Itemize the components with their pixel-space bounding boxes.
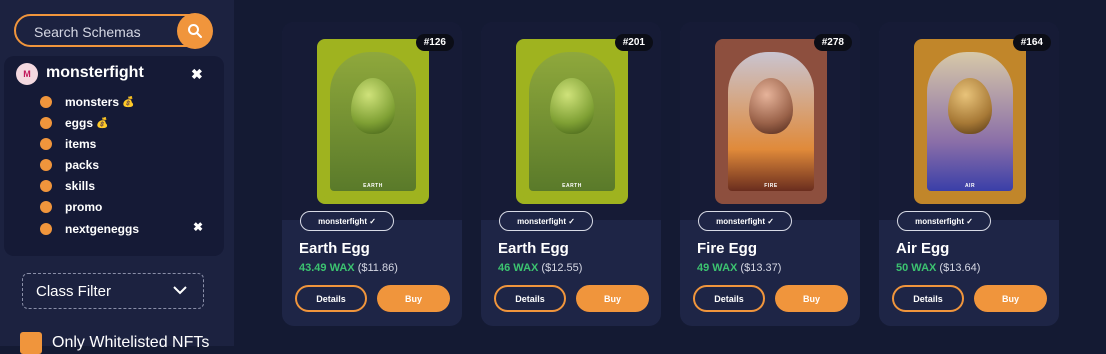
collection-pill[interactable]: monsterfight ✓: [499, 211, 593, 231]
whitelist-checkbox[interactable]: [20, 332, 42, 354]
egg-image: [550, 78, 594, 134]
card-art-scene: [728, 52, 814, 191]
schema-item-monsters[interactable]: monsters 💰: [40, 93, 134, 111]
card-art: EARTH: [317, 39, 429, 204]
schema-item-nextgeneggs[interactable]: nextgeneggs: [40, 220, 139, 238]
nft-card[interactable]: FIRE #278 monsterfight ✓ Fire Egg 49 WAX…: [680, 22, 860, 326]
search-schemas-input[interactable]: Search Schemas: [14, 13, 213, 49]
mint-number-badge: #164: [1012, 34, 1051, 51]
collection-panel: M monsterfight ✖ monsters 💰 eggs 💰 items…: [4, 56, 224, 256]
mint-number-badge: #278: [813, 34, 852, 51]
art-element-label: FIRE: [764, 183, 778, 189]
card-art-scene: [927, 52, 1013, 191]
class-filter-label: Class Filter: [36, 283, 112, 300]
collection-avatar: M: [16, 63, 38, 85]
search-icon: [188, 24, 202, 38]
schema-label: eggs: [65, 116, 94, 130]
coin-icon: 💰: [122, 96, 135, 108]
card-title: Earth Egg: [299, 240, 370, 257]
egg-image: [351, 78, 395, 134]
sidebar: Search Schemas M monsterfight ✖ monsters…: [0, 0, 234, 354]
card-title: Air Egg: [896, 240, 950, 257]
class-filter-dropdown[interactable]: Class Filter: [22, 273, 204, 309]
card-price: 50 WAX ($13.64): [896, 262, 980, 274]
card-title: Fire Egg: [697, 240, 758, 257]
card-art: FIRE: [715, 39, 827, 204]
remove-schema-icon[interactable]: ✖: [193, 220, 203, 234]
card-art: EARTH: [516, 39, 628, 204]
card-price: 43.49 WAX ($11.86): [299, 262, 398, 274]
price-wax: 43.49 WAX: [299, 262, 355, 274]
price-usd: ($11.86): [357, 262, 398, 274]
card-price: 46 WAX ($12.55): [498, 262, 582, 274]
price-usd: ($13.64): [939, 262, 981, 274]
schema-item-items[interactable]: items: [40, 135, 96, 153]
coin-icon: 💰: [96, 117, 109, 129]
details-button[interactable]: Details: [693, 285, 765, 312]
schema-dot: [40, 180, 52, 192]
schema-label: nextgeneggs: [65, 222, 140, 236]
collection-pill[interactable]: monsterfight ✓: [698, 211, 792, 231]
schema-item-eggs[interactable]: eggs 💰: [40, 114, 108, 132]
search-button[interactable]: [177, 13, 213, 49]
remove-collection-icon[interactable]: ✖: [191, 66, 203, 83]
price-wax: 46 WAX: [498, 262, 539, 274]
art-element-label: EARTH: [363, 183, 383, 189]
egg-image: [749, 78, 793, 134]
schema-item-skills[interactable]: skills: [40, 177, 95, 195]
schema-dot: [40, 159, 52, 171]
schema-label: monsters: [65, 95, 120, 109]
price-wax: 50 WAX: [896, 262, 937, 274]
schema-dot: [40, 117, 52, 129]
card-title: Earth Egg: [498, 240, 569, 257]
collection-pill[interactable]: monsterfight ✓: [300, 211, 394, 231]
schema-label: skills: [65, 179, 96, 193]
chevron-down-icon: [173, 286, 187, 295]
buy-button[interactable]: Buy: [974, 285, 1047, 312]
schema-item-promo[interactable]: promo: [40, 198, 102, 216]
price-usd: ($13.37): [740, 262, 782, 274]
schema-dot: [40, 138, 52, 150]
buy-button[interactable]: Buy: [775, 285, 848, 312]
card-art: AIR: [914, 39, 1026, 204]
nft-card[interactable]: EARTH #126 monsterfight ✓ Earth Egg 43.4…: [282, 22, 462, 326]
buy-button[interactable]: Buy: [377, 285, 450, 312]
details-button[interactable]: Details: [295, 285, 367, 312]
mint-number-badge: #201: [614, 34, 653, 51]
schema-dot: [40, 96, 52, 108]
schema-label: packs: [65, 158, 100, 172]
whitelist-label: Only Whitelisted NFTs: [52, 334, 210, 351]
art-element-label: AIR: [964, 183, 976, 189]
card-price: 49 WAX ($13.37): [697, 262, 781, 274]
card-art-scene: [529, 52, 615, 191]
search-placeholder: Search Schemas: [34, 24, 141, 40]
schema-dot: [40, 223, 52, 235]
schema-label: promo: [65, 200, 103, 214]
schema-dot: [40, 201, 52, 213]
price-usd: ($12.55): [541, 262, 583, 274]
price-wax: 49 WAX: [697, 262, 738, 274]
schema-item-packs[interactable]: packs: [40, 156, 99, 174]
details-button[interactable]: Details: [494, 285, 566, 312]
collection-name[interactable]: monsterfight: [46, 64, 144, 82]
details-button[interactable]: Details: [892, 285, 964, 312]
nft-card[interactable]: EARTH #201 monsterfight ✓ Earth Egg 46 W…: [481, 22, 661, 326]
nft-card[interactable]: AIR #164 monsterfight ✓ Air Egg 50 WAX (…: [879, 22, 1059, 326]
egg-image: [948, 78, 992, 134]
schema-label: items: [65, 137, 97, 151]
mint-number-badge: #126: [415, 34, 454, 51]
art-element-label: EARTH: [562, 183, 582, 189]
collection-pill[interactable]: monsterfight ✓: [897, 211, 991, 231]
buy-button[interactable]: Buy: [576, 285, 649, 312]
card-art-scene: [330, 52, 416, 191]
